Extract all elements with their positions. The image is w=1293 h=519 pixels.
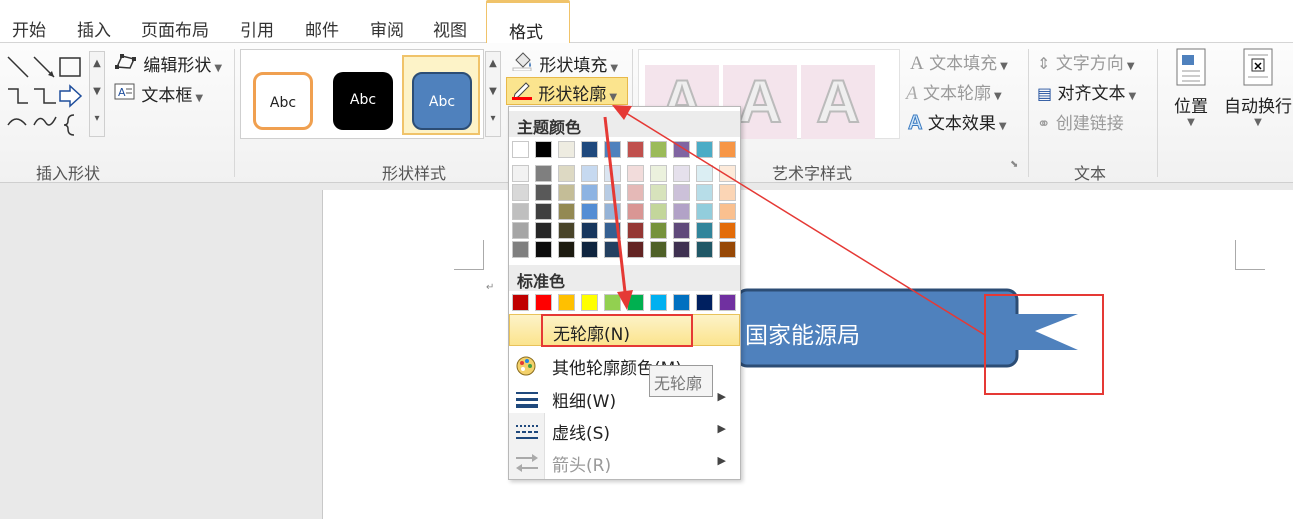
annotation-arrows (603, 105, 986, 336)
